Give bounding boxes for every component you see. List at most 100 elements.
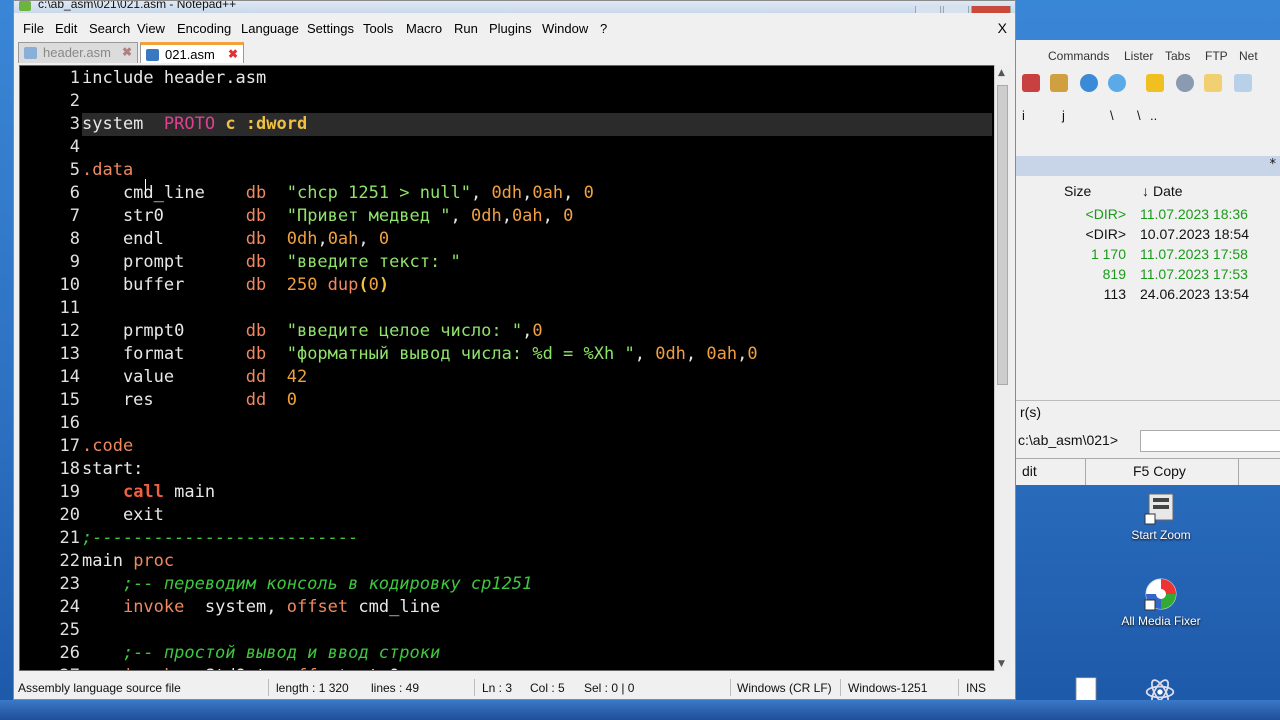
menu-search[interactable]: Search bbox=[89, 21, 130, 36]
toolbar-icon[interactable] bbox=[1050, 74, 1068, 92]
file-date: 24.06.2023 13:54 bbox=[1140, 286, 1249, 302]
status-insert-mode: INS bbox=[966, 681, 987, 695]
close-window-button[interactable] bbox=[971, 6, 1011, 13]
notepadpp-window: c:\ab_asm\021\021.asm - Notepad++ File E… bbox=[13, 0, 1016, 700]
command-line-input[interactable] bbox=[1140, 430, 1280, 452]
code-line[interactable]: ;-------------------------- bbox=[82, 527, 358, 550]
code-line[interactable]: ;-- простой вывод и ввод строки bbox=[82, 642, 440, 665]
menu-settings[interactable]: Settings bbox=[307, 21, 354, 36]
code-token: main bbox=[82, 551, 134, 571]
code-line[interactable]: system PROTO c :dword bbox=[82, 113, 992, 136]
folder-icon[interactable] bbox=[1204, 74, 1222, 92]
search-icon[interactable] bbox=[1176, 74, 1194, 92]
menu-net[interactable]: Net bbox=[1239, 49, 1258, 63]
code-line[interactable]: value dd 42 bbox=[82, 366, 307, 389]
panel-star[interactable]: * bbox=[1270, 157, 1277, 172]
close-tab-icon[interactable]: ✖ bbox=[122, 45, 132, 59]
code-line[interactable]: cmd_line db "chcp 1251 > null", 0dh,0ah,… bbox=[82, 182, 594, 205]
file-row[interactable]: 113 24.06.2023 13:54 bbox=[1000, 286, 1280, 306]
close-document-button[interactable]: X bbox=[998, 20, 1007, 36]
menu-macro[interactable]: Macro bbox=[406, 21, 442, 36]
globe-icon[interactable] bbox=[1108, 74, 1126, 92]
minimize-button[interactable] bbox=[915, 6, 941, 13]
f5-copy-button[interactable]: F5 Copy bbox=[1133, 463, 1186, 479]
code-line[interactable]: invoke StdOut, offset str0 bbox=[82, 665, 399, 670]
desktop-icon-start-zoom[interactable]: Start Zoom bbox=[1121, 490, 1201, 542]
line-number: 25 bbox=[59, 620, 80, 640]
menu-ftp[interactable]: FTP bbox=[1205, 49, 1228, 63]
title-bar[interactable]: c:\ab_asm\021\021.asm - Notepad++ bbox=[14, 1, 1015, 13]
code-token: db bbox=[245, 206, 287, 226]
code-line[interactable]: res dd 0 bbox=[82, 389, 297, 412]
code-line[interactable]: main proc bbox=[82, 550, 174, 573]
root-button[interactable]: \ bbox=[1137, 108, 1141, 123]
vertical-scrollbar[interactable]: ▲ ▼ bbox=[994, 65, 1011, 671]
code-line[interactable]: endl db 0dh,0ah, 0 bbox=[82, 228, 389, 251]
menu-tabs[interactable]: Tabs bbox=[1165, 49, 1190, 63]
drive-button[interactable]: j bbox=[1062, 108, 1065, 123]
code-token: 250 bbox=[286, 275, 328, 295]
code-line[interactable]: exit bbox=[82, 504, 164, 527]
code-token: "chcp 1251 > null" bbox=[286, 183, 471, 203]
menu-view[interactable]: View bbox=[137, 21, 165, 36]
code-line[interactable]: invoke system, offset cmd_line bbox=[82, 596, 440, 619]
tab-header-asm[interactable]: header.asm ✖ bbox=[18, 42, 138, 63]
code-line[interactable]: buffer db 250 dup(0) bbox=[82, 274, 389, 297]
close-tab-icon[interactable]: ✖ bbox=[228, 47, 238, 61]
menu-tools[interactable]: Tools bbox=[363, 21, 393, 36]
code-line[interactable]: start: bbox=[82, 458, 143, 481]
line-number: 14 bbox=[59, 367, 80, 387]
status-column: Col : 5 bbox=[530, 681, 565, 695]
maximize-button[interactable] bbox=[943, 6, 969, 13]
code-text-area[interactable]: include header.asm system PROTO c :dword.… bbox=[82, 66, 992, 670]
menu-help[interactable]: ? bbox=[600, 21, 607, 36]
browser-icon[interactable] bbox=[1080, 74, 1098, 92]
code-line[interactable]: include header.asm bbox=[82, 67, 266, 90]
code-line[interactable]: prompt db "введите текст: " bbox=[82, 251, 461, 274]
code-line[interactable]: ;-- переводим консоль в кодировку cp1251 bbox=[82, 573, 532, 596]
menu-window[interactable]: Window bbox=[542, 21, 588, 36]
menu-language[interactable]: Language bbox=[241, 21, 299, 36]
line-number: 22 bbox=[59, 551, 80, 571]
menu-lister[interactable]: Lister bbox=[1124, 49, 1153, 63]
code-line[interactable]: .code bbox=[82, 435, 133, 458]
file-row[interactable]: 1 170 11.07.2023 17:58 bbox=[1000, 246, 1280, 266]
scroll-up-arrow-icon[interactable]: ▲ bbox=[998, 68, 1005, 78]
drive-button[interactable]: \ bbox=[1110, 108, 1114, 123]
code-line[interactable]: format db "форматный вывод числа: %d = %… bbox=[82, 343, 758, 366]
scroll-down-arrow-icon[interactable]: ▼ bbox=[998, 659, 1005, 669]
file-list-header: Size ↓ Date bbox=[1000, 180, 1280, 202]
code-line[interactable]: str0 db "Привет медвед ", 0dh,0ah, 0 bbox=[82, 205, 573, 228]
status-file-type: Assembly language source file bbox=[18, 681, 181, 695]
menu-file[interactable]: File bbox=[23, 21, 44, 36]
code-line[interactable]: prmpt0 db "введите целое число: ",0 bbox=[82, 320, 543, 343]
menu-run[interactable]: Run bbox=[454, 21, 478, 36]
menu-commands[interactable]: Commands bbox=[1048, 49, 1109, 63]
scrollbar-thumb[interactable] bbox=[997, 85, 1008, 385]
desktop-icon-all-media-fixer[interactable]: All Media Fixer bbox=[1121, 576, 1201, 628]
tab-021-asm[interactable]: 021.asm ✖ bbox=[140, 42, 244, 63]
warning-icon[interactable] bbox=[1146, 74, 1164, 92]
copy-icon[interactable] bbox=[1234, 74, 1252, 92]
code-token: , bbox=[685, 344, 707, 364]
file-row[interactable]: <DIR> 11.07.2023 18:36 bbox=[1000, 206, 1280, 226]
up-dir-button[interactable]: .. bbox=[1150, 108, 1157, 123]
menu-encoding[interactable]: Encoding bbox=[177, 21, 231, 36]
code-editor[interactable]: 1 2 3 4 5 6 7 8 9 10 11 12 13 14 15 16 17 18 19 20 21 22 23 24 2… bbox=[19, 65, 1011, 671]
column-date[interactable]: Date bbox=[1153, 183, 1183, 199]
file-row[interactable]: <DIR> 10.07.2023 18:54 bbox=[1000, 226, 1280, 246]
menu-plugins[interactable]: Plugins bbox=[489, 21, 532, 36]
code-line[interactable]: .data bbox=[82, 159, 133, 182]
f4-edit-button[interactable]: dit bbox=[1022, 463, 1037, 479]
drive-button[interactable]: i bbox=[1022, 108, 1025, 123]
code-token: PROTO bbox=[163, 114, 226, 134]
toolbar-icon[interactable] bbox=[1022, 74, 1040, 92]
file-row[interactable]: 819 11.07.2023 17:53 bbox=[1000, 266, 1280, 286]
column-size[interactable]: Size bbox=[1064, 183, 1091, 199]
code-line[interactable]: call main bbox=[82, 481, 215, 504]
menu-edit[interactable]: Edit bbox=[55, 21, 77, 36]
divider bbox=[958, 679, 959, 696]
line-number: 20 bbox=[59, 505, 80, 525]
line-number: 3 bbox=[69, 114, 80, 134]
